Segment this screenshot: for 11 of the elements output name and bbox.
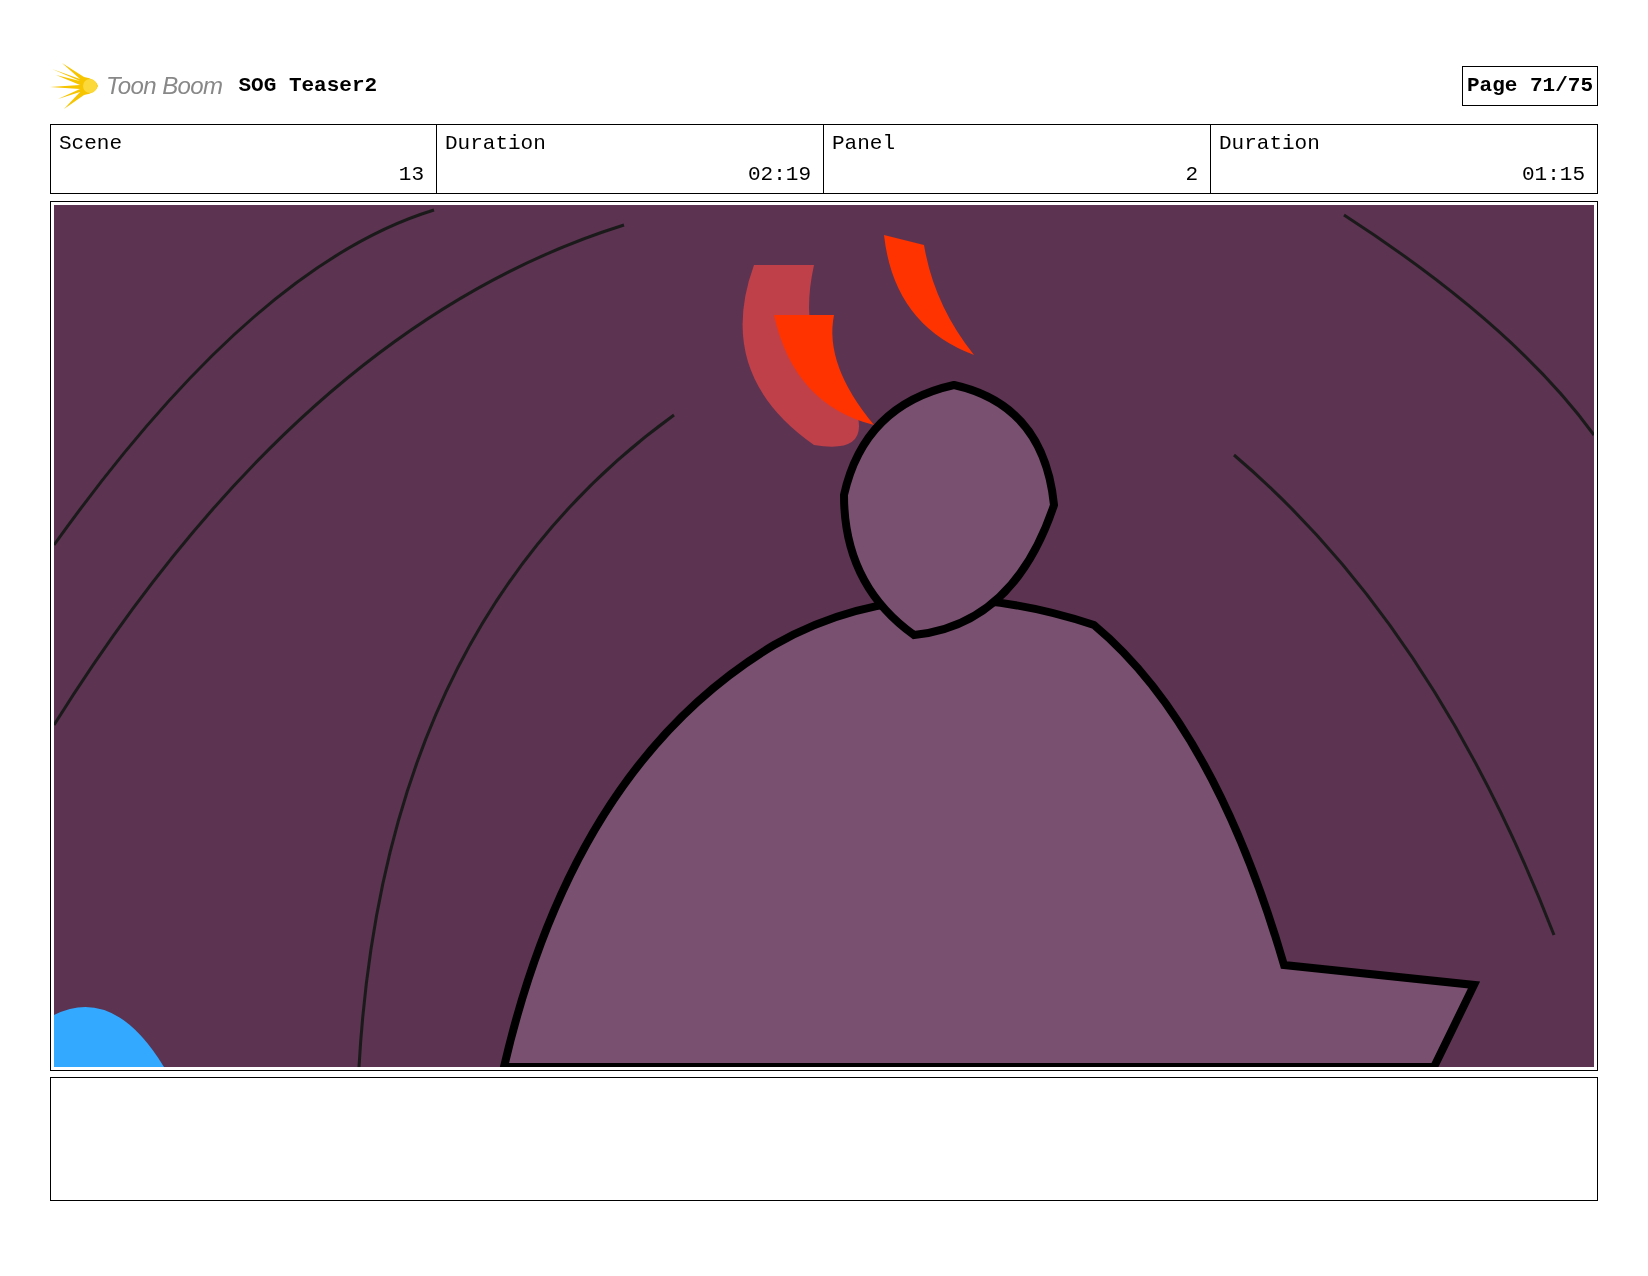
field-label: Scene [59,131,123,154]
field-label: Panel [832,131,896,154]
field-label: Duration [445,131,547,154]
field-value: 01:15 [1522,164,1585,188]
field-value: 13 [398,164,424,188]
logo-text: Toon Boom [106,71,223,101]
field-value: 2 [1185,164,1198,188]
field-label: Duration [1219,131,1321,154]
page-number: Page 71/75 [1461,66,1598,106]
field-value: 02:19 [748,164,811,188]
project-title: SOG Teaser2 [238,73,378,100]
